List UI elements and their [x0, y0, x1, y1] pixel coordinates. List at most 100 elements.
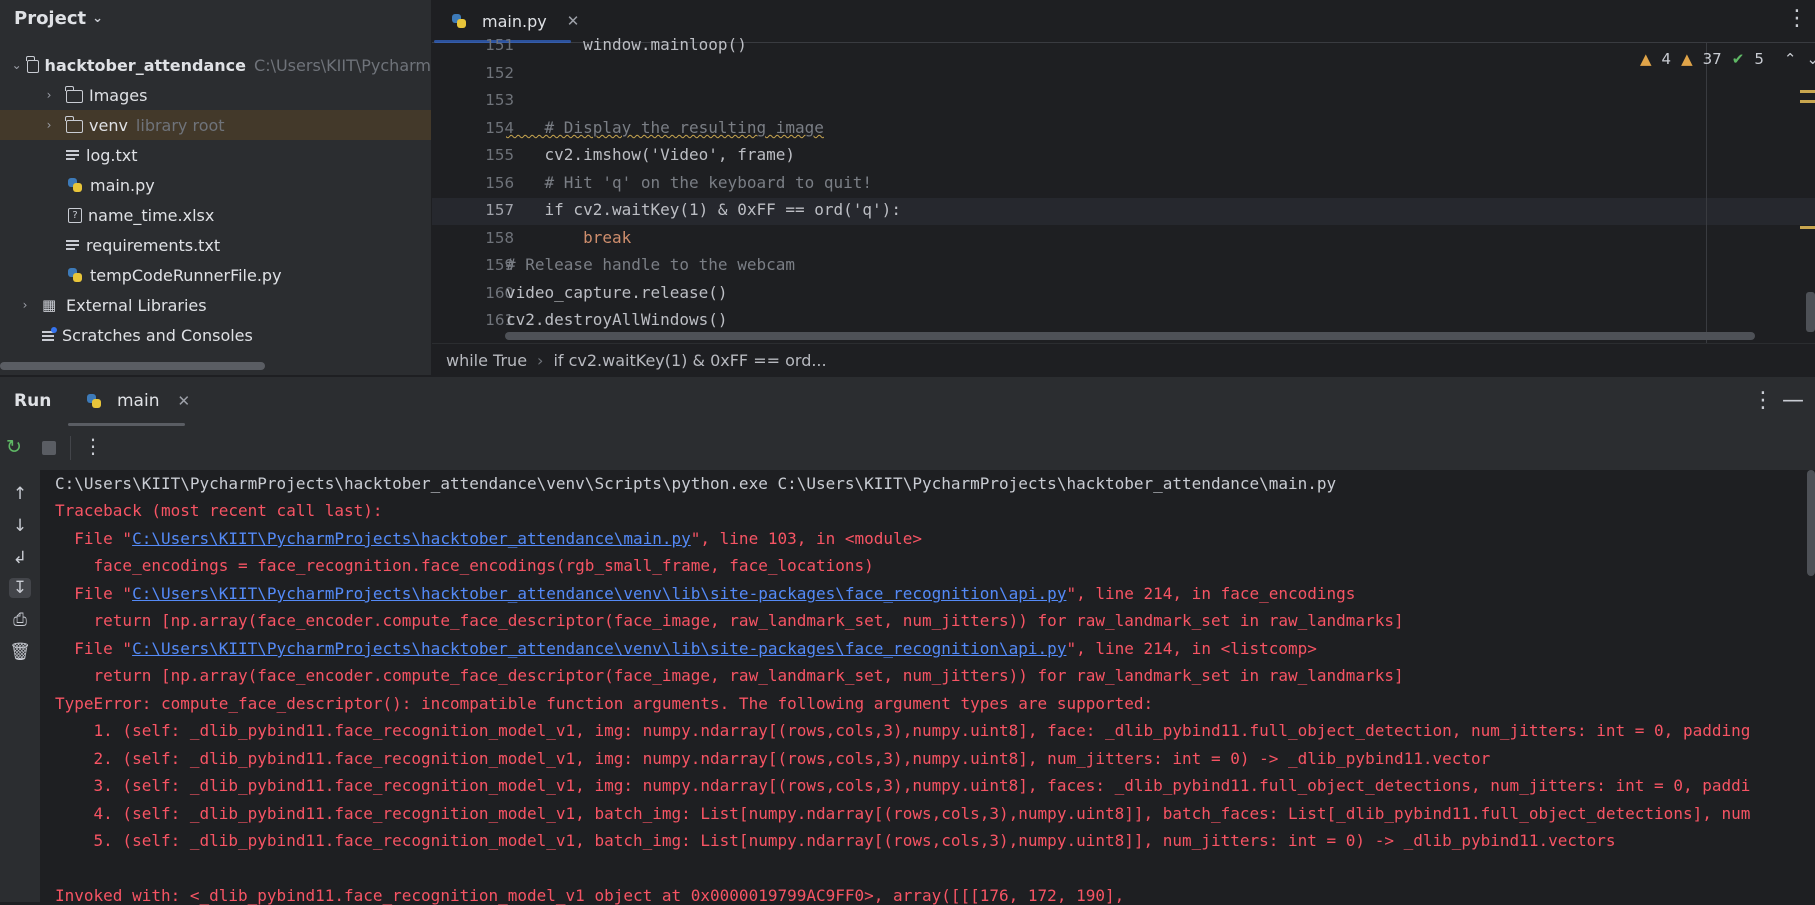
tree-item-venv[interactable]: › venv library root	[0, 110, 431, 140]
console-overload-line: 4. (self: _dlib_pybind11.face_recognitio…	[55, 804, 1751, 823]
project-panel: Project ⌄ ⌄ hacktober_attendance C:\User…	[0, 0, 432, 375]
frame-suffix: ", line 214, in face_encodings	[1066, 584, 1356, 603]
console-invoked-line: Invoked with: <_dlib_pybind11.face_recog…	[55, 886, 1125, 905]
project-view-selector[interactable]: Project ⌄	[14, 8, 103, 29]
python-file-icon	[66, 267, 84, 283]
run-side-toolbar: ↑ ↓ ↲ ↧ ⎙ 🗑	[0, 470, 40, 902]
tree-item-label: requirements.txt	[86, 235, 221, 255]
line-number: 155	[485, 146, 514, 164]
tree-item-log-txt[interactable]: log.txt	[0, 140, 431, 170]
run-tab-label: main	[117, 391, 160, 411]
stop-icon[interactable]	[42, 441, 56, 455]
line-number: 154	[485, 119, 514, 137]
console-overload-line: 1. (self: _dlib_pybind11.face_recognitio…	[55, 721, 1751, 740]
tree-item-label: tempCodeRunnerFile.py	[90, 265, 282, 285]
more-vertical-icon[interactable]: ⋮	[1752, 388, 1774, 413]
project-horizontal-scrollbar[interactable]	[0, 362, 265, 370]
run-tab-main[interactable]: main ✕	[85, 391, 190, 411]
folder-icon	[26, 55, 39, 73]
check-icon: ✔	[1731, 50, 1745, 68]
library-icon: ▦	[42, 296, 57, 314]
file-link[interactable]: C:\Users\KIIT\PycharmProjects\hacktober_…	[132, 529, 691, 548]
close-icon[interactable]: ✕	[567, 12, 580, 30]
tree-item-label: name_time.xlsx	[88, 205, 215, 225]
tree-item-label: main.py	[90, 175, 155, 195]
right-margin-guide	[1706, 43, 1707, 343]
toolbar-divider	[70, 436, 71, 460]
typo-count: 5	[1754, 50, 1764, 68]
inspection-widget[interactable]: ▲ 4 ▲ 37 ✔ 5 ⌃ ⌄	[1640, 50, 1815, 68]
tree-item-label: venv	[89, 115, 128, 135]
chevron-right-icon[interactable]: ›	[42, 88, 56, 102]
tree-item-requirements-txt[interactable]: requirements.txt	[0, 230, 431, 260]
tree-item-external-libraries[interactable]: › ▦ External Libraries	[0, 290, 431, 320]
tree-item-main-py[interactable]: main.py	[0, 170, 431, 200]
chevron-down-icon[interactable]: ⌄	[1806, 50, 1815, 68]
line-number: 159	[485, 256, 514, 274]
console-vertical-scrollbar[interactable]	[1807, 470, 1815, 576]
tree-item-label: Scratches and Consoles	[62, 325, 253, 345]
console-traceback-frame: File "C:\Users\KIIT\PycharmProjects\hack…	[55, 584, 1355, 603]
chevron-down-icon[interactable]: ⌄	[12, 58, 22, 72]
tree-item-scratches[interactable]: Scratches and Consoles	[0, 320, 431, 350]
frame-prefix: File "	[55, 529, 133, 548]
console-traceback-code: face_encodings = face_recognition.face_e…	[55, 556, 874, 575]
breadcrumb-item[interactable]: if cv2.waitKey(1) & 0xFF == ord...	[553, 351, 826, 370]
arrow-down-icon[interactable]: ↓	[9, 516, 31, 536]
line-number: 158	[485, 229, 514, 247]
editor-horizontal-scrollbar[interactable]	[505, 332, 1755, 340]
breadcrumb-item[interactable]: while True	[446, 351, 527, 370]
chevron-right-icon[interactable]: ›	[18, 298, 32, 312]
console-traceback-frame: File "C:\Users\KIIT\PycharmProjects\hack…	[55, 639, 1317, 658]
rerun-icon[interactable]: ↻	[6, 436, 22, 458]
minimize-icon[interactable]: —	[1782, 388, 1804, 413]
tree-item-name-time-xlsx[interactable]: ? name_time.xlsx	[0, 200, 431, 230]
run-title: Run	[14, 391, 52, 411]
line-number: 156	[485, 174, 514, 192]
scratches-icon	[42, 327, 57, 342]
line-number: 152	[485, 64, 514, 82]
error-stripe-marker[interactable]	[1800, 100, 1815, 103]
console-error-message: TypeError: compute_face_descriptor(): in…	[55, 694, 1154, 713]
console-traceback-header: Traceback (most recent call last):	[55, 501, 383, 520]
soft-wrap-icon[interactable]: ↲	[9, 548, 31, 568]
python-file-icon	[450, 13, 468, 29]
chevron-right-icon[interactable]: ›	[42, 118, 56, 132]
breadcrumb: while True › if cv2.waitKey(1) & 0xFF ==…	[432, 343, 1815, 376]
python-file-icon	[66, 177, 84, 193]
weak-warning-count: 37	[1702, 50, 1722, 68]
close-icon[interactable]: ✕	[177, 392, 190, 410]
file-link[interactable]: C:\Users\KIIT\PycharmProjects\hacktober_…	[132, 639, 1066, 658]
unknown-file-icon: ?	[68, 207, 82, 223]
frame-prefix: File "	[55, 584, 133, 603]
code-line: cv2.destroyAllWindows()	[506, 310, 728, 329]
text-file-icon	[66, 148, 80, 162]
tree-item-tempcoderunnerfile-py[interactable]: tempCodeRunnerFile.py	[0, 260, 431, 290]
code-line: window.mainloop()	[506, 35, 747, 54]
console-overload-line: 3. (self: _dlib_pybind11.face_recognitio…	[55, 776, 1751, 795]
scroll-to-end-icon[interactable]: ↧	[9, 578, 31, 598]
editor-vertical-scrollbar[interactable]	[1806, 292, 1815, 332]
warning-count: 4	[1661, 50, 1672, 68]
more-vertical-icon[interactable]: ⋮	[83, 434, 103, 458]
tree-item-project-root[interactable]: ⌄ hacktober_attendance C:\Users\KIIT\Pyc…	[0, 50, 431, 80]
console-overload-line: 2. (self: _dlib_pybind11.face_recognitio…	[55, 749, 1491, 768]
code-line: if cv2.waitKey(1) & 0xFF == ord('q'):	[506, 200, 901, 219]
chevron-up-icon[interactable]: ⌃	[1784, 50, 1797, 68]
tree-item-images[interactable]: › Images	[0, 80, 431, 110]
file-link[interactable]: C:\Users\KIIT\PycharmProjects\hacktober_…	[132, 584, 1066, 603]
more-vertical-icon[interactable]: ⋮	[1786, 6, 1808, 31]
code-line-text: # Display the resulting image	[506, 118, 824, 137]
arrow-up-icon[interactable]: ↑	[9, 484, 31, 504]
trash-icon[interactable]: 🗑	[9, 642, 31, 662]
code-line: video_capture.release()	[506, 283, 728, 302]
print-icon[interactable]: ⎙	[9, 610, 31, 630]
error-stripe-marker[interactable]	[1800, 226, 1815, 229]
console-traceback-code: return [np.array(face_encoder.compute_fa…	[55, 666, 1404, 685]
line-number: 157	[485, 201, 514, 219]
error-stripe-marker[interactable]	[1800, 90, 1815, 93]
warning-icon: ▲	[1640, 50, 1652, 68]
chevron-down-icon: ⌄	[92, 11, 103, 26]
line-number: 161	[485, 311, 514, 329]
text-file-icon	[66, 238, 80, 252]
